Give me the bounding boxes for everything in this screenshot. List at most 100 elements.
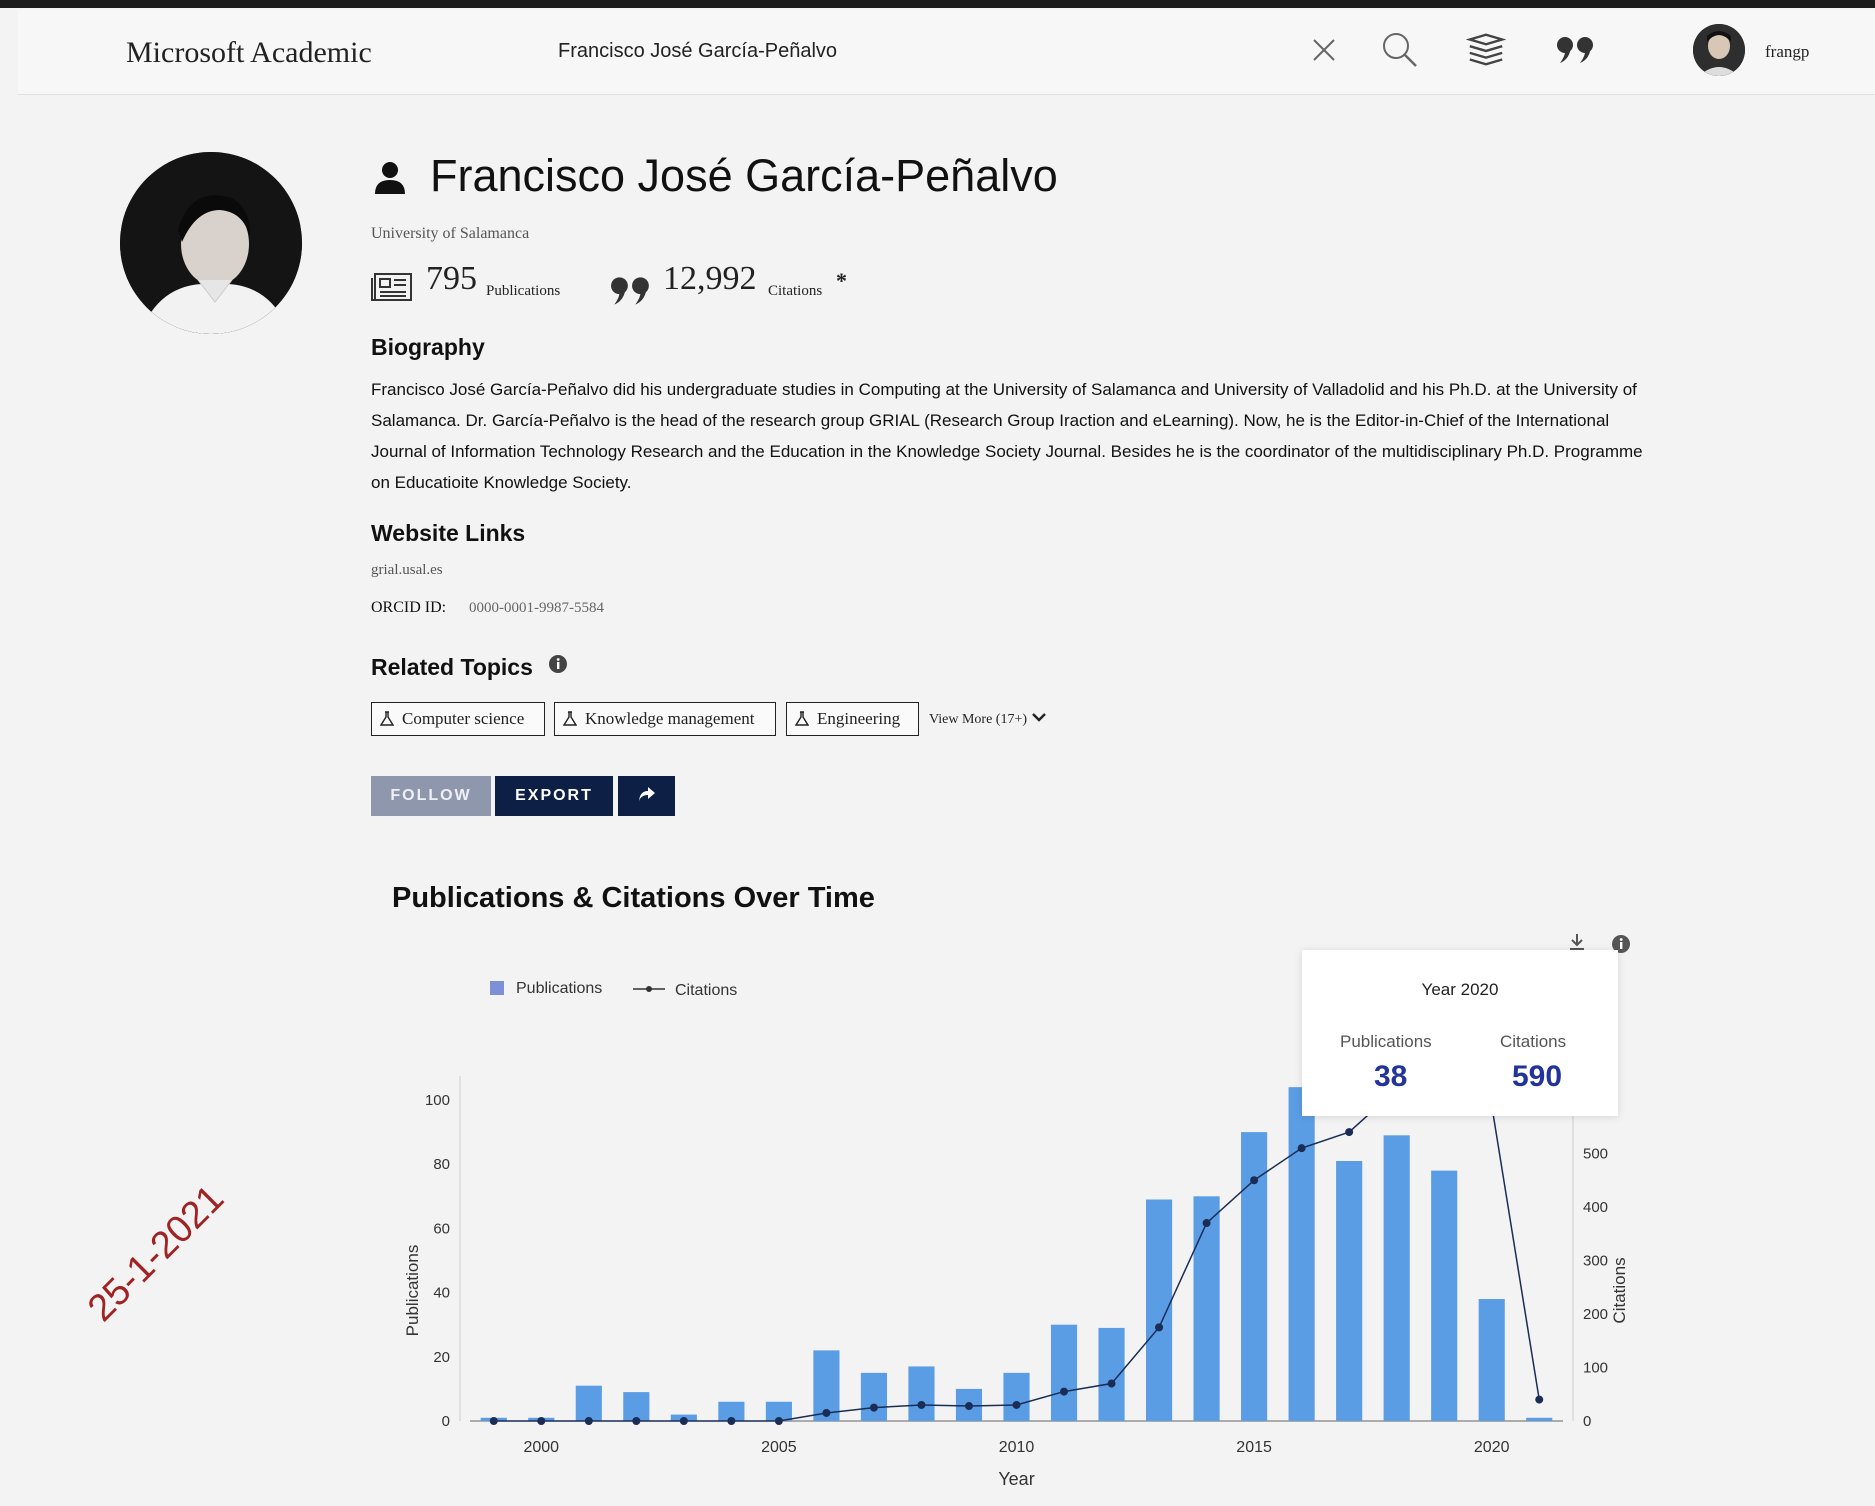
clear-search-icon[interactable] bbox=[1304, 30, 1344, 70]
x-tick-label: 2020 bbox=[1474, 1439, 1510, 1456]
view-more-label: View More (17+) bbox=[929, 712, 1028, 727]
y-tick-label: 100 bbox=[425, 1092, 450, 1109]
related-topics-heading: Related Topics bbox=[371, 654, 533, 680]
flask-icon bbox=[795, 711, 809, 727]
citation-point bbox=[1345, 1128, 1354, 1137]
tooltip-year: Year 2020 bbox=[1421, 980, 1499, 999]
tooltip-citations-label: Citations bbox=[1500, 1032, 1567, 1051]
share-icon bbox=[637, 785, 657, 808]
citation-point bbox=[632, 1417, 641, 1425]
citations-icon bbox=[610, 268, 652, 316]
citation-point bbox=[1535, 1395, 1544, 1404]
publication-bar bbox=[860, 1372, 888, 1421]
person-icon bbox=[372, 160, 408, 201]
info-icon[interactable] bbox=[548, 654, 568, 679]
citation-point bbox=[1107, 1379, 1116, 1388]
topic-label: Knowledge management bbox=[585, 709, 755, 728]
publication-bar bbox=[1336, 1160, 1363, 1421]
view-more-topics[interactable]: View More (17+) bbox=[929, 712, 1047, 728]
website-links-heading: Website Links bbox=[371, 520, 526, 546]
citations-quote-icon[interactable] bbox=[1556, 30, 1596, 70]
chart-tooltip: Year 2020 Publications 38 Citations 590 bbox=[1302, 950, 1618, 1116]
topic-chip-computer-science[interactable]: Computer science bbox=[371, 702, 545, 736]
flask-icon bbox=[563, 711, 577, 727]
topic-chip-knowledge-management[interactable]: Knowledge management bbox=[554, 702, 776, 736]
citation-point bbox=[774, 1417, 783, 1425]
publication-bar bbox=[1288, 1087, 1315, 1421]
x-tick-label: 2005 bbox=[761, 1439, 797, 1456]
biography-text: Francisco José García-Peñalvo did his un… bbox=[371, 380, 1643, 492]
publications-label: Publications bbox=[486, 283, 561, 299]
citations-count: 12,992 bbox=[663, 260, 757, 297]
citations-line bbox=[493, 1077, 1540, 1422]
y2-tick-label: 500 bbox=[1583, 1146, 1608, 1163]
citation-point bbox=[917, 1400, 926, 1409]
profile-photo bbox=[120, 152, 302, 334]
topic-label: Computer science bbox=[402, 709, 525, 728]
top-border bbox=[0, 0, 1875, 8]
legend-label: Publications bbox=[516, 980, 603, 997]
legend-publications[interactable]: Publications bbox=[490, 980, 602, 998]
citations-label: Citations bbox=[768, 283, 823, 299]
x-axis-label: Year bbox=[998, 1469, 1034, 1489]
legend-label: Citations bbox=[675, 982, 738, 999]
publication-bar bbox=[1145, 1199, 1173, 1421]
citation-point bbox=[964, 1402, 973, 1411]
publication-bar bbox=[908, 1366, 935, 1421]
citation-point bbox=[679, 1417, 688, 1425]
affiliation[interactable]: University of Salamanca bbox=[371, 225, 529, 243]
follow-button[interactable]: FOLLOW bbox=[371, 776, 491, 816]
citation-point bbox=[1202, 1219, 1211, 1228]
author-name: Francisco José García-Peñalvo bbox=[430, 150, 1058, 201]
legend-citations[interactable]: Citations bbox=[633, 980, 737, 1000]
username[interactable]: frangp bbox=[1765, 42, 1809, 62]
citation-point bbox=[1060, 1387, 1069, 1396]
orcid-value[interactable]: 0000-0001-9987-5584 bbox=[469, 600, 604, 617]
publication-bar bbox=[1241, 1132, 1268, 1421]
citation-point bbox=[1297, 1144, 1306, 1153]
share-button[interactable] bbox=[618, 776, 675, 816]
citation-point bbox=[584, 1417, 593, 1425]
brand-logo[interactable]: Microsoft Academic bbox=[126, 36, 372, 70]
y2-tick-label: 300 bbox=[1583, 1253, 1608, 1270]
publication-bar bbox=[1383, 1135, 1410, 1421]
user-avatar[interactable] bbox=[1693, 24, 1745, 76]
y-tick-label: 80 bbox=[433, 1156, 450, 1173]
library-icon[interactable] bbox=[1466, 30, 1506, 70]
publication-bar bbox=[1526, 1417, 1553, 1421]
orcid-label: ORCID ID: bbox=[371, 599, 447, 616]
citations-asterisk[interactable]: * bbox=[836, 268, 847, 294]
x-tick-label: 2000 bbox=[523, 1439, 559, 1456]
legend-swatch-publications bbox=[490, 981, 504, 995]
x-tick-label: 2015 bbox=[1236, 1439, 1272, 1456]
tooltip-publications-value: 38 bbox=[1374, 1060, 1408, 1093]
publication-bar bbox=[1003, 1372, 1030, 1421]
publication-bar bbox=[1050, 1324, 1078, 1421]
tooltip-publications-label: Publications bbox=[1340, 1032, 1432, 1051]
y-tick-label: 40 bbox=[433, 1285, 450, 1302]
citation-point bbox=[727, 1417, 736, 1425]
x-tick-label: 2010 bbox=[999, 1439, 1035, 1456]
publication-bar bbox=[1431, 1170, 1458, 1421]
publication-bar bbox=[575, 1385, 602, 1421]
y-tick-label: 0 bbox=[442, 1413, 450, 1430]
publication-bar bbox=[623, 1392, 650, 1421]
y2-tick-label: 100 bbox=[1583, 1360, 1608, 1377]
biography-heading: Biography bbox=[371, 334, 485, 360]
y-axis-label: Publications bbox=[403, 1245, 422, 1337]
topic-chip-engineering[interactable]: Engineering bbox=[786, 702, 919, 736]
citation-point bbox=[869, 1403, 878, 1412]
website-link[interactable]: grial.usal.es bbox=[371, 562, 443, 579]
search-input[interactable] bbox=[558, 34, 1298, 68]
citation-point bbox=[822, 1408, 831, 1417]
search-icon[interactable] bbox=[1380, 30, 1420, 70]
citation-point bbox=[1250, 1176, 1259, 1185]
y2-tick-label: 200 bbox=[1583, 1306, 1608, 1323]
flask-icon bbox=[380, 711, 394, 727]
tooltip-citations-value: 590 bbox=[1512, 1060, 1563, 1093]
date-stamp: 25-1-2021 bbox=[80, 1177, 233, 1330]
export-button[interactable]: EXPORT bbox=[495, 776, 613, 816]
y2-axis-label: Citations bbox=[1610, 1257, 1629, 1323]
publications-count: 795 bbox=[426, 260, 477, 297]
chart-title: Publications & Citations Over Time bbox=[392, 882, 875, 914]
